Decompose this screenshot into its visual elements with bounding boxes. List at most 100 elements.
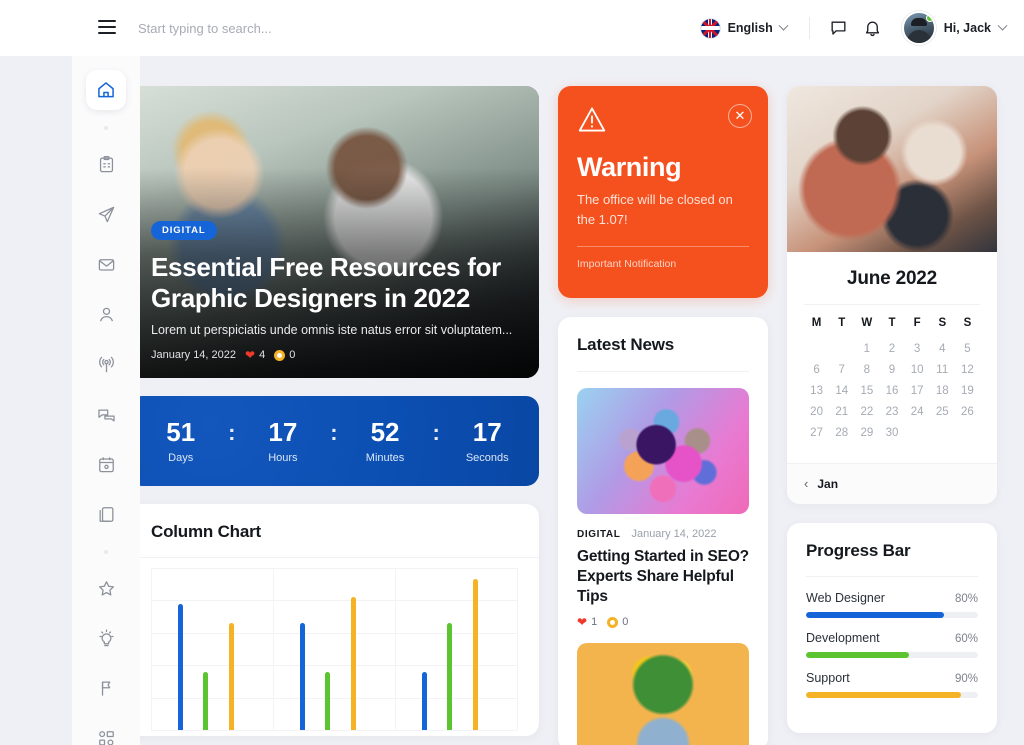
user-menu[interactable]: Hi, Jack bbox=[901, 11, 1008, 45]
calendar-day[interactable]: 11 bbox=[930, 364, 955, 376]
main-content: DIGITAL Essential Free Resources for Gra… bbox=[129, 56, 1024, 745]
calendar-day[interactable]: 25 bbox=[930, 406, 955, 418]
calendar-blank bbox=[804, 343, 829, 355]
search-input[interactable] bbox=[138, 20, 558, 36]
calendar-day[interactable]: 17 bbox=[905, 385, 930, 397]
calendar-dow-2: W bbox=[861, 317, 873, 329]
calendar-day[interactable]: 3 bbox=[905, 343, 930, 355]
warning-footer: Important Notification bbox=[577, 258, 677, 270]
sidebar-item-send[interactable] bbox=[86, 194, 126, 234]
calendar-day[interactable]: 2 bbox=[879, 343, 904, 355]
calendar-day[interactable]: 18 bbox=[930, 385, 955, 397]
chart-bar[interactable] bbox=[473, 579, 479, 730]
sidebar-item-widgets[interactable] bbox=[86, 718, 126, 745]
calendar-day[interactable]: 29 bbox=[854, 427, 879, 439]
calendar-day[interactable]: 30 bbox=[879, 427, 904, 439]
calendar-day[interactable]: 15 bbox=[854, 385, 879, 397]
sidebar-item-flags[interactable] bbox=[86, 668, 126, 708]
sidebar-item-favourites[interactable] bbox=[86, 568, 126, 608]
calendar-footer: ‹ Jan bbox=[787, 463, 997, 504]
news-meta: DIGITAL January 14, 2022 bbox=[577, 528, 749, 540]
chart-gridline-v bbox=[151, 568, 152, 730]
calendar-day[interactable]: 23 bbox=[879, 406, 904, 418]
sidebar-item-tasks[interactable] bbox=[86, 144, 126, 184]
sidebar-item-home[interactable] bbox=[86, 70, 126, 110]
calendar-day[interactable]: 6 bbox=[804, 364, 829, 376]
calendar-day[interactable]: 24 bbox=[905, 406, 930, 418]
news-headline[interactable]: Getting Started in SEO? Experts Share He… bbox=[577, 547, 749, 606]
hero-category-badge[interactable]: DIGITAL bbox=[151, 221, 217, 241]
calendar-day[interactable]: 19 bbox=[955, 385, 980, 397]
uk-flag-icon bbox=[699, 17, 721, 39]
chart-gridline-h bbox=[151, 665, 517, 667]
chart-bar[interactable] bbox=[299, 623, 305, 730]
chart-gridline-v bbox=[273, 568, 274, 730]
hamburger-icon[interactable] bbox=[98, 20, 116, 34]
calendar-day[interactable]: 13 bbox=[804, 385, 829, 397]
countdown-minutes: 52 Minutes bbox=[357, 419, 413, 464]
progress-fill bbox=[806, 652, 910, 658]
countdown-hours-label: Hours bbox=[268, 451, 298, 464]
calendar-day[interactable]: 22 bbox=[854, 406, 879, 418]
progress-row: Web Designer 80% bbox=[806, 591, 978, 618]
progress-rows: Web Designer 80% Development 60% Support 90% bbox=[806, 591, 978, 698]
column-right: June 2022 M T W T F S S 1 2 3 4 5 6 7 8 9 10 11 12 13 14 15 16… bbox=[787, 86, 997, 745]
search-box[interactable] bbox=[138, 0, 558, 56]
calendar-day[interactable]: 28 bbox=[829, 427, 854, 439]
sidebar-item-calendar[interactable] bbox=[86, 444, 126, 484]
home-icon bbox=[98, 82, 114, 98]
news-comments: 0 bbox=[607, 616, 628, 628]
calendar-dow-6: S bbox=[963, 317, 972, 329]
news-thumbnail-tulips[interactable] bbox=[577, 643, 749, 745]
calendar-day[interactable]: 12 bbox=[955, 364, 980, 376]
chart-gridline-h bbox=[151, 632, 517, 634]
calendar-day[interactable]: 26 bbox=[955, 406, 980, 418]
hero-article-card[interactable]: DIGITAL Essential Free Resources for Gra… bbox=[129, 86, 539, 378]
sidebar-item-ideas[interactable] bbox=[86, 618, 126, 658]
sidebar-item-profile[interactable] bbox=[86, 294, 126, 334]
latest-news-title: Latest News bbox=[577, 335, 675, 354]
heart-icon: ❤ bbox=[577, 615, 588, 630]
calendar-day[interactable]: 16 bbox=[879, 385, 904, 397]
calendar-grid: M T W T F S S 1 2 3 4 5 6 7 8 9 10 11 12 13 14 15 16 17 18 19 20 21… bbox=[804, 317, 980, 439]
envelope-icon bbox=[98, 258, 114, 271]
chart-bar[interactable] bbox=[177, 603, 183, 730]
calendar-card: June 2022 M T W T F S S 1 2 3 4 5 6 7 8 9 10 11 12 13 14 15 16… bbox=[787, 86, 997, 504]
calendar-day[interactable]: 14 bbox=[829, 385, 854, 397]
bell-icon[interactable] bbox=[856, 11, 890, 45]
progress-row: Development 60% bbox=[806, 631, 978, 658]
sidebar-item-chat[interactable] bbox=[86, 394, 126, 434]
chart-gridline-h bbox=[151, 600, 517, 602]
column-middle: ✕ Warning The office will be closed on t… bbox=[558, 86, 768, 745]
calendar-day[interactable]: 9 bbox=[879, 364, 904, 376]
chart-bar[interactable] bbox=[325, 671, 331, 730]
calendar-day[interactable]: 1 bbox=[854, 343, 879, 355]
calendar-day[interactable]: 7 bbox=[829, 364, 854, 376]
chat-bubble-icon[interactable] bbox=[822, 11, 856, 45]
calendar-prev-month-label[interactable]: Jan bbox=[817, 477, 838, 491]
left-sidebar bbox=[72, 56, 140, 745]
chart-bar[interactable] bbox=[229, 623, 235, 730]
calendar-day[interactable]: 20 bbox=[804, 406, 829, 418]
close-icon[interactable]: ✕ bbox=[728, 104, 752, 128]
chevron-left-icon[interactable]: ‹ bbox=[804, 476, 808, 491]
calendar-day[interactable]: 10 bbox=[905, 364, 930, 376]
calendar-day[interactable]: 8 bbox=[854, 364, 879, 376]
chart-bar[interactable] bbox=[421, 671, 427, 730]
calendar-day[interactable]: 21 bbox=[829, 406, 854, 418]
calendar-day[interactable]: 27 bbox=[804, 427, 829, 439]
progress-row: Support 90% bbox=[806, 671, 978, 698]
chart-bar[interactable] bbox=[447, 623, 453, 730]
sidebar-item-documents[interactable] bbox=[86, 494, 126, 534]
language-selector[interactable]: English bbox=[690, 17, 797, 39]
sidebar-item-broadcast[interactable] bbox=[86, 344, 126, 384]
sidebar-item-mail[interactable] bbox=[86, 244, 126, 284]
latest-news-card: Latest News DIGITAL January 14, 2022 Get… bbox=[558, 317, 768, 745]
calendar-day[interactable]: 5 bbox=[955, 343, 980, 355]
hero-like-count: 4 bbox=[259, 349, 266, 361]
language-label: English bbox=[727, 21, 773, 35]
chart-bar[interactable] bbox=[203, 671, 209, 730]
news-thumbnail-abstract-spheres[interactable] bbox=[577, 388, 749, 514]
chart-bar[interactable] bbox=[351, 597, 357, 730]
calendar-day[interactable]: 4 bbox=[930, 343, 955, 355]
